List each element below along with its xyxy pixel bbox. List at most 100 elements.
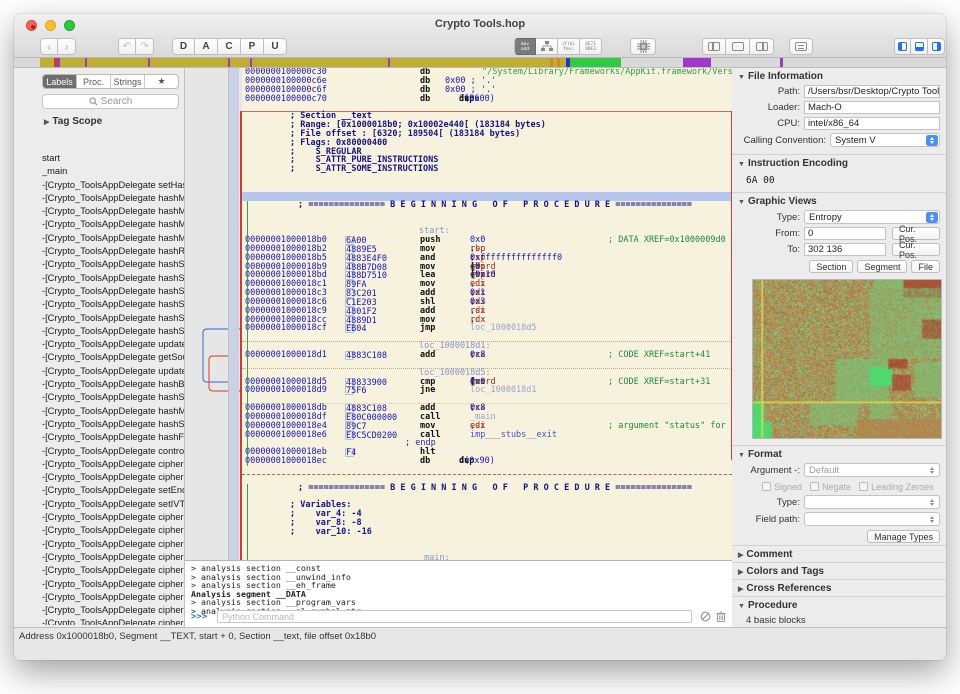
comment-line[interactable]: ; S_ATTR_SOME_INSTRUCTIONS [242, 165, 732, 174]
label-list-item[interactable]: -[Crypto_ToolsAppDelegate cipherin… [42, 511, 184, 524]
file-range-button[interactable]: File [911, 260, 940, 273]
from-cur-pos-button[interactable]: Cur. Pos. [892, 227, 940, 240]
colors-and-tags-header[interactable]: ▶Colors and Tags [738, 566, 940, 577]
view-assembly-button[interactable]: movadd [514, 38, 536, 55]
label-list-item[interactable]: -[Crypto_ToolsAppDelegate setHash… [42, 179, 184, 192]
view-cfg-button[interactable] [536, 38, 558, 55]
to-cur-pos-button[interactable]: Cur. Pos. [892, 243, 940, 256]
label-list-item[interactable]: -[Crypto_ToolsAppDelegate cipherin… [42, 458, 184, 471]
label-list-item[interactable]: -[Crypto_ToolsAppDelegate hashSH… [42, 312, 184, 325]
mode-u-button[interactable]: U [264, 38, 287, 55]
label-list-item[interactable]: -[Crypto_ToolsAppDelegate setEncr… [42, 484, 184, 497]
label-list-item[interactable]: -[Crypto_ToolsAppDelegate hashSo… [42, 391, 184, 404]
segment-range-button[interactable]: Segment [857, 260, 907, 273]
comment-line[interactable]: ; var_10: -16 [242, 528, 732, 537]
tag-scope-row[interactable]: ▶Tag Scope [44, 116, 102, 127]
label-list-item[interactable]: _main [42, 165, 184, 178]
label-list-item[interactable]: -[Crypto_ToolsAppDelegate cipherin… [42, 538, 184, 551]
tab-strings[interactable]: Strings [111, 75, 145, 88]
to-field[interactable]: 302 136 [804, 243, 886, 256]
asm-line[interactable]: 00000001000018d975F6jneloc_1000018d1 [242, 386, 732, 395]
label-list-item[interactable]: -[Crypto_ToolsAppDelegate cipherin… [42, 617, 184, 625]
mode-a-button[interactable]: A [195, 38, 218, 55]
show-inspector-button[interactable] [928, 38, 945, 55]
navigation-strip[interactable] [14, 58, 946, 68]
label-list-item[interactable]: -[Crypto_ToolsAppDelegate hashBro… [42, 378, 184, 391]
label-list-item[interactable]: -[Crypto_ToolsAppDelegate cipherin… [42, 604, 184, 617]
asm-line[interactable]: 0000000100000c70db3136 dup (0x00) [242, 95, 732, 104]
show-console-button[interactable] [911, 38, 928, 55]
cpu-field[interactable]: intel/x86_64 [804, 117, 940, 130]
checkbox-signed[interactable]: Signed [762, 482, 802, 492]
label-list-item[interactable]: -[Crypto_ToolsAppDelegate cipherin… [42, 578, 184, 591]
format-header[interactable]: ▼Format [738, 449, 940, 460]
procedure-header-line[interactable]: ; =============== B E G I N N I N G O F … [242, 201, 732, 210]
cross-references-header[interactable]: ▶Cross References [738, 583, 940, 594]
label-list-item[interactable]: -[Crypto_ToolsAppDelegate hashSH… [42, 298, 184, 311]
label-list-item[interactable]: -[Crypto_ToolsAppDelegate cipherin… [42, 564, 184, 577]
label-list-item[interactable]: -[Crypto_ToolsAppDelegate hashMD… [42, 192, 184, 205]
trash-icon[interactable] [716, 611, 726, 622]
toggle-left-panel-button[interactable] [702, 38, 726, 55]
file-information-header[interactable]: ▼File Information [738, 71, 940, 82]
loader-field[interactable]: Mach-O [804, 101, 940, 114]
label-list-item[interactable]: -[Crypto_ToolsAppDelegate update… [42, 365, 184, 378]
python-command-input[interactable]: Python Command [217, 610, 692, 623]
mode-d-button[interactable]: D [172, 38, 195, 55]
procedure-header-line[interactable]: ; =============== B E G I N N I N G O F … [242, 484, 732, 493]
asm-line[interactable]: 00000001000018d14883C108addrcx, 0x8; COD… [242, 351, 732, 360]
label-list-item[interactable]: -[Crypto_ToolsAppDelegate hashSH… [42, 325, 184, 338]
label-list-item[interactable]: -[Crypto_ToolsAppDelegate hashMD… [42, 218, 184, 231]
section-range-button[interactable]: Section [809, 260, 853, 273]
calling-convention-popup[interactable]: System V [830, 133, 940, 147]
label-list-item[interactable]: -[Crypto_ToolsAppDelegate getSour… [42, 351, 184, 364]
graph-type-popup[interactable]: Entropy [804, 210, 940, 224]
label-list-item[interactable]: -[Crypto_ToolsAppDelegate hashRIP… [42, 245, 184, 258]
label-list-item[interactable]: -[Crypto_ToolsAppDelegate hashSH… [42, 258, 184, 271]
title-bar[interactable]: Crypto Tools.hop [14, 14, 946, 36]
label-list-item[interactable]: -[Crypto_ToolsAppDelegate cipherin… [42, 591, 184, 604]
format-type-popup[interactable] [804, 495, 940, 509]
entropy-graph[interactable] [752, 279, 942, 439]
argument-popup[interactable]: Default [804, 463, 940, 477]
tab-[interactable]: ★ [145, 75, 178, 88]
toggle-right-panel-button[interactable] [750, 38, 774, 55]
redo-button[interactable]: ↷ [136, 38, 154, 55]
instruction-encoding-header[interactable]: ▼Instruction Encoding [738, 158, 940, 169]
clear-console-icon[interactable] [700, 611, 711, 622]
view-hex-button[interactable]: 4E719DE3 [580, 38, 602, 55]
label-list-item[interactable]: -[Crypto_ToolsAppDelegate hashStri… [42, 418, 184, 431]
asm-line[interactable]: 00000001000018ecdb4 dup (0x90) [242, 457, 732, 466]
search-field[interactable]: Search [42, 94, 179, 109]
label-list-item[interactable]: -[Crypto_ToolsAppDelegate hashMD… [42, 232, 184, 245]
forward-button[interactable]: › [58, 38, 76, 55]
asm-line[interactable]: 00000001000018e6E8C5CD0200callimp___stub… [242, 431, 732, 440]
path-field[interactable]: /Users/bsr/Desktop/Crypto Tools.a [804, 85, 940, 98]
mode-p-button[interactable]: P [241, 38, 264, 55]
tab-labels[interactable]: Labels [43, 75, 77, 88]
comment-header[interactable]: ▶Comment [738, 549, 940, 560]
label-list-item[interactable]: -[Crypto_ToolsAppDelegate cipherin… [42, 524, 184, 537]
view-pseudocode-button[interactable]: if(b)foo; [558, 38, 580, 55]
toggle-bottom-panel-button[interactable]: ··· [726, 38, 750, 55]
undo-button[interactable]: ↶ [118, 38, 136, 55]
label-list-item[interactable]: -[Crypto_ToolsAppDelegate hashSH… [42, 272, 184, 285]
manage-types-button[interactable]: Manage Types [867, 530, 940, 543]
label-list-item[interactable]: -[Crypto_ToolsAppDelegate cipherin… [42, 471, 184, 484]
label-list-item[interactable]: -[Crypto_ToolsAppDelegate hashFile… [42, 431, 184, 444]
label-list-item[interactable]: -[Crypto_ToolsAppDelegate hashMD… [42, 205, 184, 218]
label-list-item[interactable]: start [42, 152, 184, 165]
label-list-item[interactable]: -[Crypto_ToolsAppDelegate cipherin… [42, 551, 184, 564]
mode-c-button[interactable]: C [218, 38, 241, 55]
show-sidebar-button[interactable] [894, 38, 911, 55]
debugger-button[interactable] [630, 38, 656, 55]
label-list-item[interactable]: -[Crypto_ToolsAppDelegate hashMe… [42, 405, 184, 418]
field-path-popup[interactable] [804, 512, 940, 526]
label-list-item[interactable]: -[Crypto_ToolsAppDelegate update… [42, 338, 184, 351]
tab-proc[interactable]: Proc. [77, 75, 111, 88]
back-button[interactable]: ‹ [40, 38, 58, 55]
from-field[interactable]: 0 [804, 227, 886, 240]
log-window-button[interactable] [789, 38, 813, 55]
label-list-item[interactable]: -[Crypto_ToolsAppDelegate controlT… [42, 445, 184, 458]
label-list-item[interactable]: -[Crypto_ToolsAppDelegate setIVTe… [42, 498, 184, 511]
